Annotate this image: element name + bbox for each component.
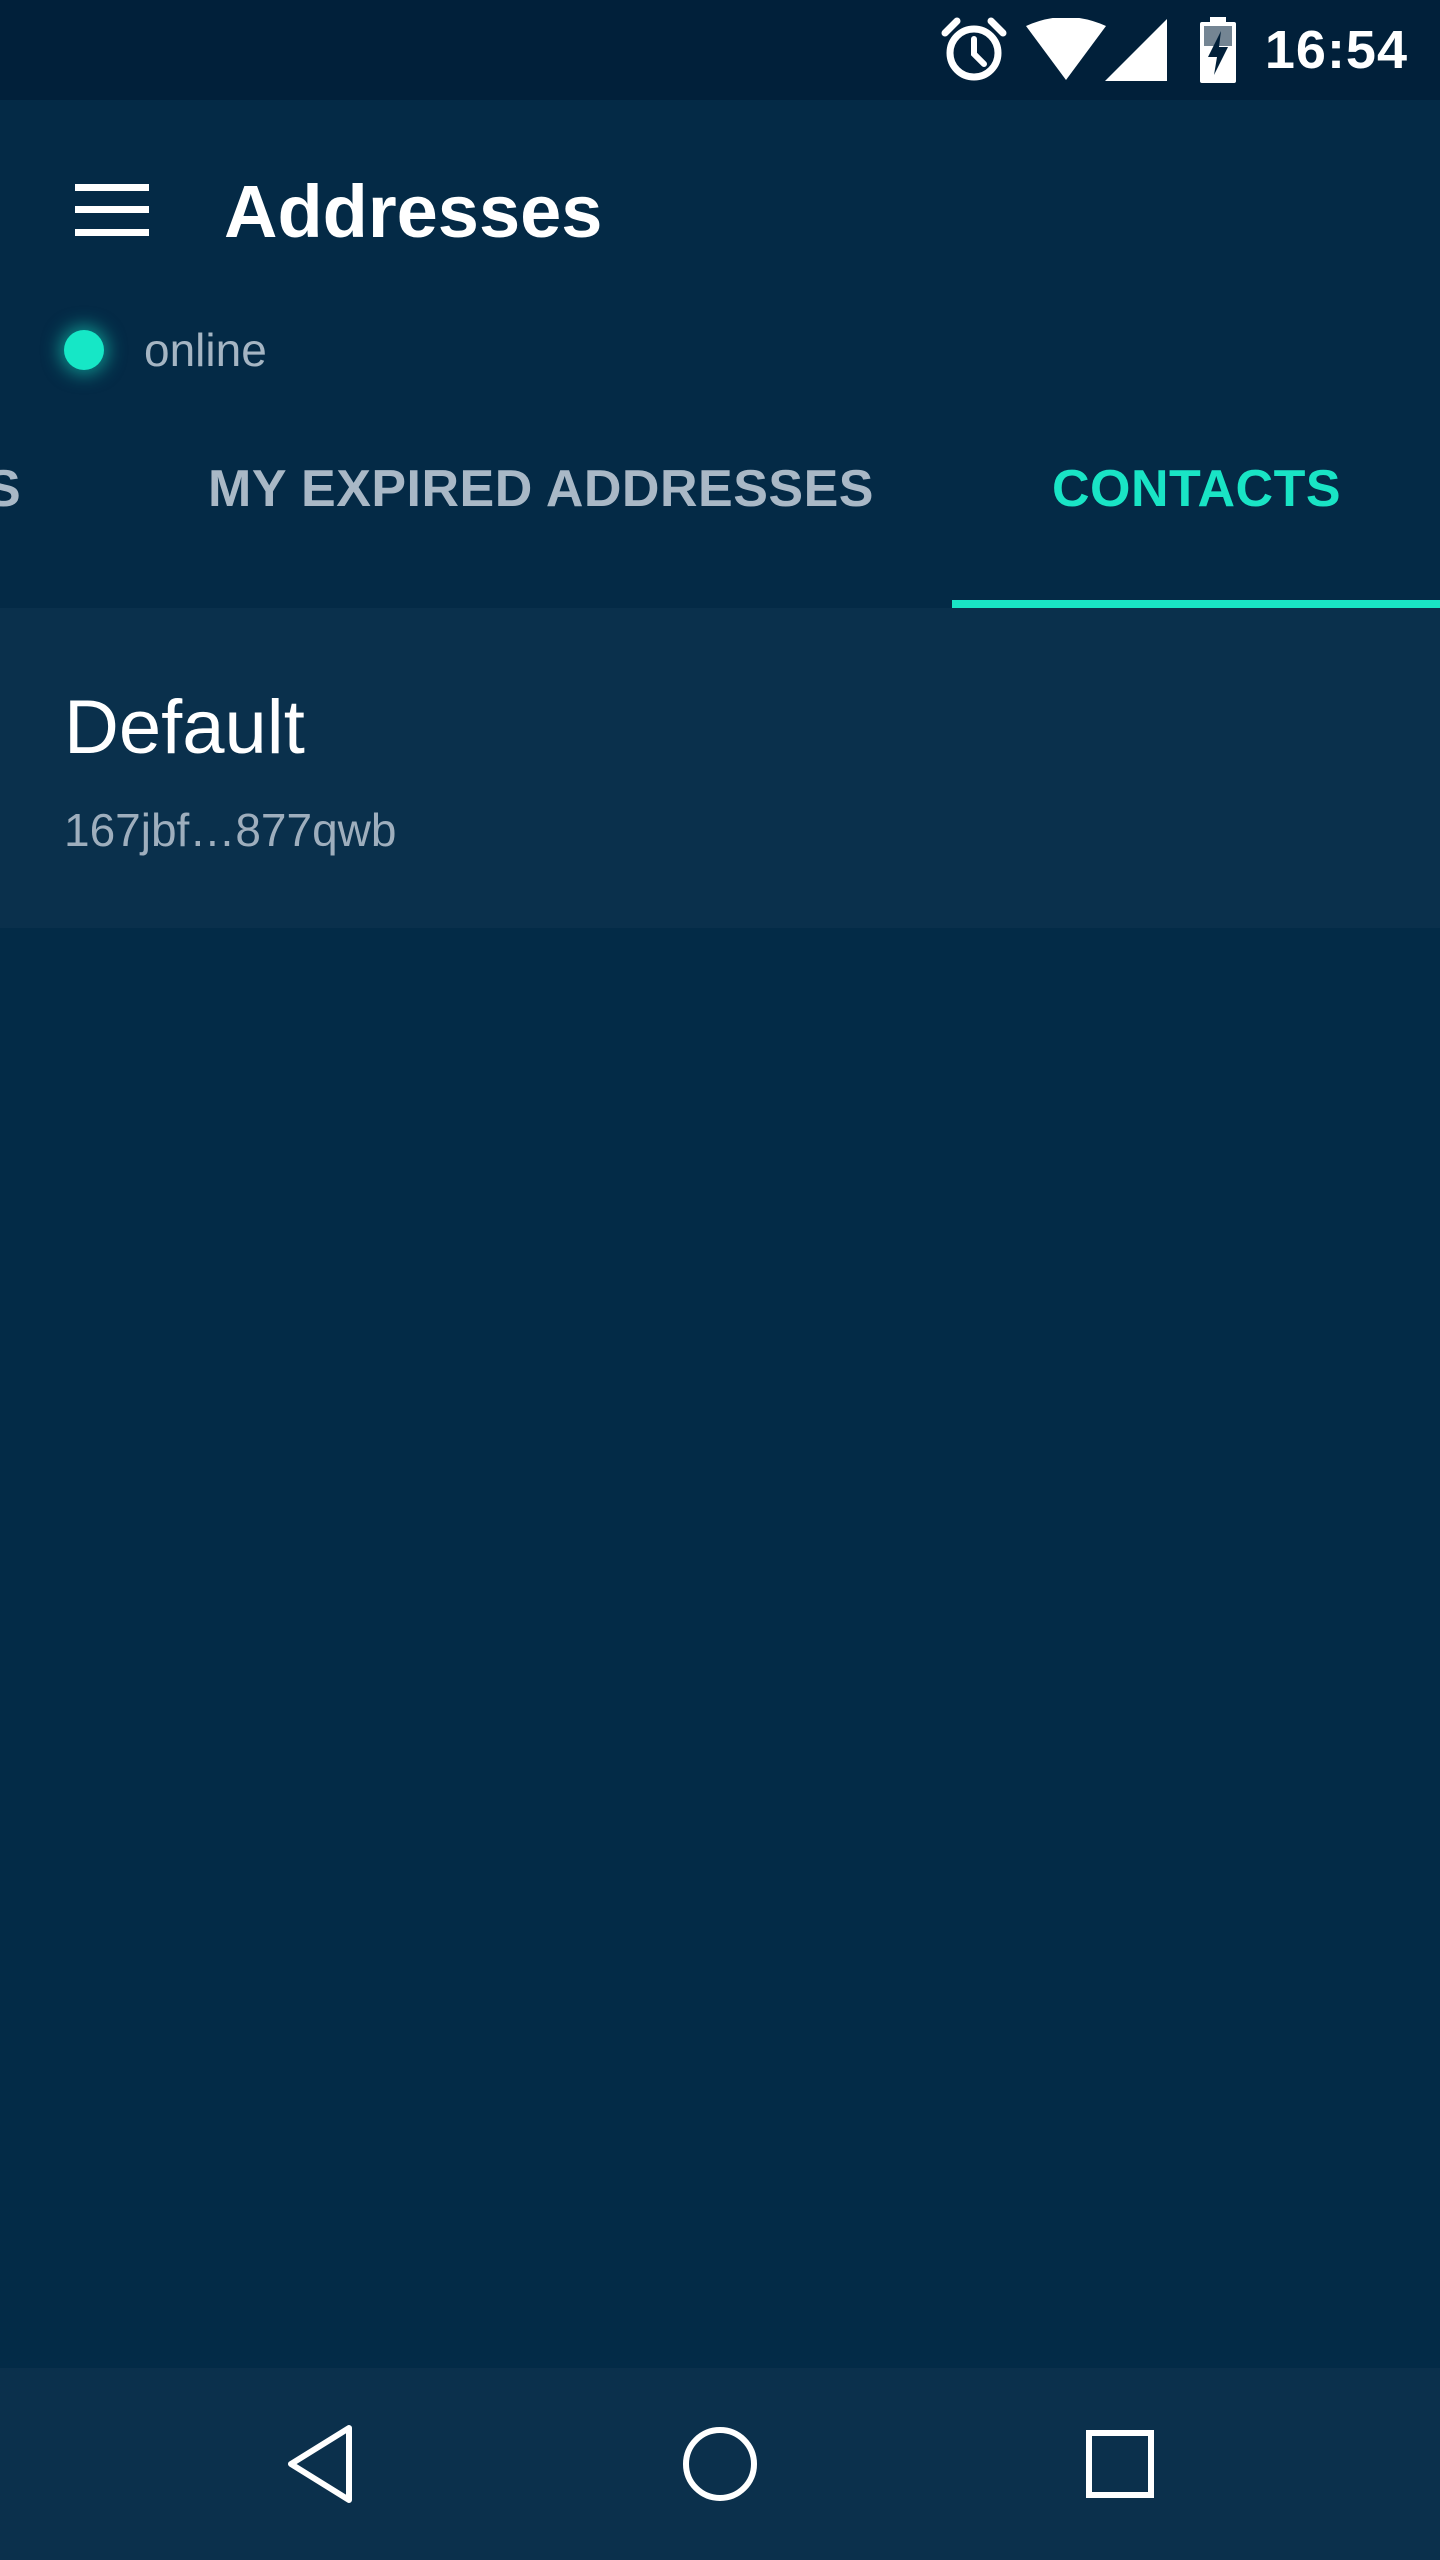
status-bar: 16:54 bbox=[0, 0, 1440, 100]
wifi-icon bbox=[1024, 0, 1108, 100]
home-icon[interactable] bbox=[630, 2368, 810, 2560]
status-time: 16:54 bbox=[1264, 20, 1408, 80]
contact-name: Default bbox=[64, 685, 305, 770]
contact-address: 167jbf…877qwb bbox=[64, 804, 397, 856]
battery-charging-icon bbox=[1196, 0, 1240, 100]
recents-icon[interactable] bbox=[1030, 2368, 1210, 2560]
tab-selected-indicator bbox=[952, 600, 1440, 608]
tab-my-expired-addresses[interactable]: MY EXPIRED ADDRESSES bbox=[208, 400, 874, 608]
menu-icon[interactable] bbox=[56, 160, 168, 260]
cell-signal-icon bbox=[1104, 0, 1168, 100]
contact-list-item[interactable]: Default 167jbf…877qwb bbox=[0, 608, 1440, 928]
page-title: Addresses bbox=[224, 170, 603, 253]
online-status-indicator bbox=[64, 330, 104, 370]
back-icon[interactable] bbox=[230, 2368, 410, 2560]
tab-my-addresses[interactable]: S bbox=[0, 400, 21, 608]
system-nav-bar bbox=[0, 2368, 1440, 2560]
tab-contacts[interactable]: CONTACTS bbox=[1052, 400, 1341, 608]
alarm-icon bbox=[936, 0, 1012, 100]
connection-status-text: online bbox=[144, 324, 267, 376]
tab-bar: S MY EXPIRED ADDRESSES CONTACTS bbox=[0, 400, 1440, 608]
